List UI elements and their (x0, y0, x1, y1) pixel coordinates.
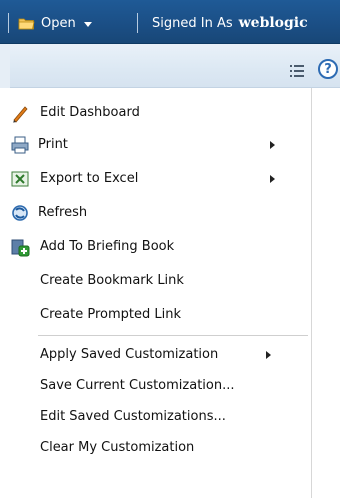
menu-item-label: Create Prompted Link (40, 307, 181, 322)
page-toolbar: ? (0, 44, 340, 88)
menu-item-label: Edit Dashboard (40, 105, 140, 120)
printer-icon (10, 135, 30, 155)
menu-item-save-current-customization[interactable]: Save Current Customization... (0, 369, 312, 403)
submenu-arrow-icon (270, 175, 275, 183)
submenu-arrow-icon (270, 141, 275, 149)
menu-item-clear-my-customization[interactable]: Clear My Customization (0, 431, 312, 465)
signed-in-prefix: Signed In As (152, 15, 233, 31)
pencil-icon (10, 103, 30, 123)
menu-divider (38, 335, 308, 336)
open-menu-button[interactable]: Open (18, 12, 92, 34)
open-label: Open (41, 15, 76, 31)
menu-item-edit-dashboard[interactable]: Edit Dashboard (0, 96, 312, 130)
excel-icon (10, 169, 30, 189)
menu-item-refresh[interactable]: Refresh (0, 196, 312, 230)
menu-item-label: Create Bookmark Link (40, 273, 184, 288)
list-icon[interactable] (290, 62, 304, 77)
menu-item-label: Clear My Customization (40, 440, 195, 455)
menu-item-label: Save Current Customization... (40, 378, 235, 393)
menu-item-edit-saved-customizations[interactable]: Edit Saved Customizations... (0, 400, 312, 434)
menu-item-label: Edit Saved Customizations... (40, 409, 226, 424)
menu-item-label: Refresh (38, 205, 88, 220)
menu-item-label: Add To Briefing Book (40, 239, 175, 254)
help-icon[interactable]: ? (318, 59, 338, 79)
folder-icon (18, 17, 35, 30)
signed-in-status: Signed In As weblogic (152, 12, 308, 34)
menu-item-create-prompted-link[interactable]: Create Prompted Link (0, 298, 312, 332)
dashboard-page: Open Signed In As weblogic ? Edit Dashbo… (0, 0, 340, 498)
submenu-arrow-icon (266, 351, 271, 359)
username-link[interactable]: weblogic (239, 15, 308, 31)
menu-item-add-to-briefing-book[interactable]: Add To Briefing Book (0, 230, 312, 264)
menu-item-export-to-excel[interactable]: Export to Excel (0, 162, 312, 196)
menu-item-print[interactable]: Print (0, 128, 312, 162)
add-briefing-book-icon (10, 237, 30, 257)
header-separator (137, 13, 138, 33)
menu-item-label: Print (38, 137, 68, 152)
page-options-menu: Edit Dashboard Print Export to Excel Ref… (0, 88, 312, 498)
global-header: Open Signed In As weblogic (0, 0, 340, 44)
menu-item-label: Apply Saved Customization (40, 347, 219, 362)
menu-item-apply-saved-customization[interactable]: Apply Saved Customization (0, 338, 312, 372)
header-separator (8, 13, 9, 33)
chevron-down-icon (83, 21, 92, 27)
refresh-icon (10, 203, 30, 223)
menu-item-label: Export to Excel (40, 171, 139, 186)
toolbar-edge (0, 44, 10, 88)
menu-item-create-bookmark-link[interactable]: Create Bookmark Link (0, 264, 312, 298)
